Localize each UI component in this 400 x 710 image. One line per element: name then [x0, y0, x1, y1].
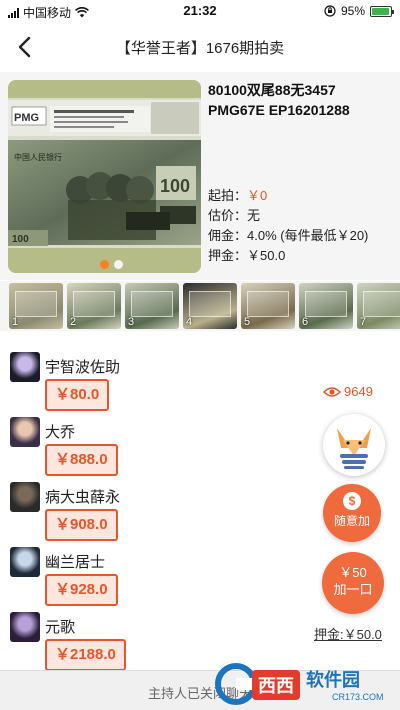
battery-icon — [370, 5, 394, 17]
bid-price: ￥2188.0 — [45, 639, 126, 671]
bidder-avatar[interactable] — [10, 417, 40, 447]
eye-icon — [323, 386, 341, 397]
battery-percent: 95% — [340, 4, 365, 18]
bid-any-amount-label: 随意加 — [333, 514, 370, 528]
lot-field-row: 押金：￥50.0 — [208, 246, 396, 266]
lot-field-label: 估价： — [208, 208, 248, 223]
status-bar: 中国移动 21:32 95% — [0, 0, 400, 22]
lot-field-row: 佣金：4.0% (每件最低￥20) — [208, 226, 396, 246]
lot-field-value: ￥0 — [247, 188, 268, 203]
carousel-dot[interactable] — [114, 260, 123, 269]
thumbnail-1[interactable]: 1 — [9, 283, 63, 329]
svg-text:100: 100 — [160, 176, 190, 196]
thumbnail-note-shape — [131, 291, 173, 317]
bidder-name: 幽兰居士 — [45, 554, 106, 571]
thumbnail-5[interactable]: 5 — [241, 283, 295, 329]
dollar-coin-icon: $ — [343, 492, 361, 510]
lot-field-value: 无 — [247, 208, 261, 223]
thumbnail-strip: 1 2 3 4 5 6 7 — [0, 281, 400, 331]
lot-fields: 起拍：￥0 估价：无 佣金：4.0% (每件最低￥20) 押金：￥50.0 — [208, 186, 396, 266]
lot-name: 80100双尾88无3457 PMG67E EP16201288 — [208, 82, 350, 118]
carousel-dot[interactable] — [100, 260, 109, 269]
svg-text:PMG: PMG — [14, 112, 39, 124]
thumbnail-2[interactable]: 2 — [67, 283, 121, 329]
lot-field-label: 起拍： — [208, 188, 248, 203]
banknote-image: PMG 100 中国人民银行 100 — [8, 80, 201, 273]
watermark-logo: 西西 软件园 CR173.COM — [215, 663, 384, 705]
lot-field-label: 押金： — [208, 248, 248, 263]
bidder-name: 病大虫薛永 — [45, 489, 121, 506]
thumbnail-7[interactable]: 7 — [357, 283, 400, 329]
bidder-name: 元歌 — [45, 619, 76, 636]
lot-field-value: ￥50.0 — [247, 248, 286, 263]
mascot-fox-icon[interactable] — [323, 414, 385, 476]
bid-plus-one-label: 加一口 — [333, 582, 373, 597]
thumbnail-3[interactable]: 3 — [125, 283, 179, 329]
bidder-avatar[interactable] — [10, 482, 40, 512]
view-count-value: 9649 — [344, 384, 373, 399]
bid-any-amount-button[interactable]: $ 随意加 — [323, 484, 381, 542]
svg-text:CR173.COM: CR173.COM — [332, 692, 384, 702]
svg-text:软件园: 软件园 — [306, 669, 360, 691]
svg-text:西西: 西西 — [258, 676, 294, 697]
bid-price: ￥908.0 — [45, 509, 118, 541]
deposit-link[interactable]: 押金:￥50.0 — [314, 624, 382, 643]
thumbnail-note-shape — [363, 291, 400, 317]
bid-plus-one-button[interactable]: ￥50 加一口 — [322, 552, 384, 614]
bid-price: ￥80.0 — [45, 379, 110, 411]
thumbnail-note-shape — [247, 291, 289, 317]
svg-text:100: 100 — [12, 234, 29, 245]
svg-text:中国人民银行: 中国人民银行 — [14, 152, 62, 162]
bidder-avatar[interactable] — [10, 547, 40, 577]
lot-info: 80100双尾88无3457 PMG67E EP16201288 — [208, 80, 394, 120]
bid-plus-one-amount: ￥50 — [339, 565, 367, 580]
thumbnail-number: 5 — [244, 316, 251, 328]
lot-field-row: 估价：无 — [208, 206, 396, 226]
carousel-dots — [100, 260, 123, 269]
lot-field-value: 4.0% (每件最低￥20) — [247, 228, 369, 243]
nav-bar: 【华誉王者】1676期拍卖 — [0, 22, 400, 72]
view-count: 9649 — [323, 384, 373, 399]
thumbnail-note-shape — [15, 291, 57, 317]
bid-price: ￥928.0 — [45, 574, 118, 606]
lot-section: PMG 100 中国人民银行 100 80100双尾88无3457 PMG67E… — [0, 72, 400, 280]
page-title: 【华誉王者】1676期拍卖 — [115, 40, 285, 57]
lot-field-label: 佣金： — [208, 228, 248, 243]
bidder-name: 大乔 — [45, 424, 76, 441]
thumbnail-number: 2 — [70, 316, 77, 328]
bidder-avatar[interactable] — [10, 352, 40, 382]
thumbnail-note-shape — [189, 291, 231, 317]
lot-image-carousel[interactable]: PMG 100 中国人民银行 100 — [8, 80, 201, 273]
bidder-name: 宇智波佐助 — [45, 359, 121, 376]
thumbnail-number: 7 — [360, 316, 367, 328]
bid-price: ￥888.0 — [45, 444, 118, 476]
rotation-lock-icon — [324, 5, 336, 17]
thumbnail-number: 3 — [128, 316, 135, 328]
bidder-avatar[interactable] — [10, 612, 40, 642]
thumbnail-6[interactable]: 6 — [299, 283, 353, 329]
thumbnail-note-shape — [73, 291, 115, 317]
thumbnail-4[interactable]: 4 — [183, 283, 237, 329]
lot-field-row: 起拍：￥0 — [208, 186, 396, 206]
thumbnail-number: 6 — [302, 316, 309, 328]
thumbnail-number: 4 — [186, 316, 193, 328]
thumbnail-note-shape — [305, 291, 347, 317]
thumbnail-number: 1 — [12, 316, 19, 328]
status-right: 95% — [324, 4, 394, 18]
